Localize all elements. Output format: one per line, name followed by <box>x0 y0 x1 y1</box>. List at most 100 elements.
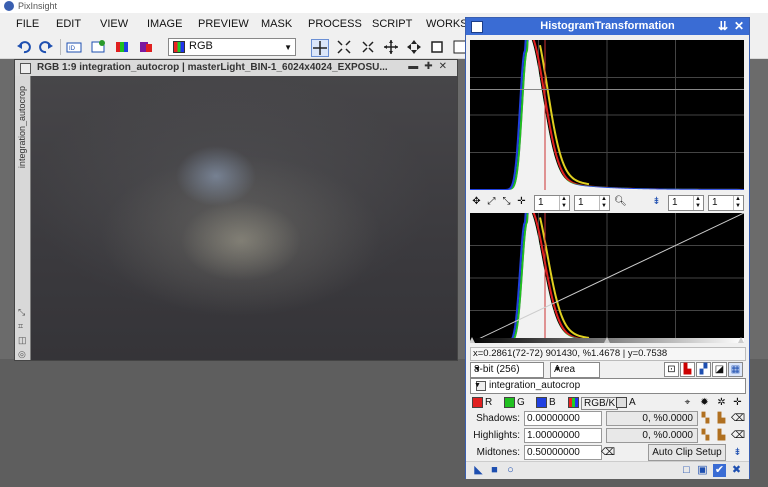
tune-icon[interactable]: ⇟ <box>650 195 663 208</box>
move-icon[interactable]: ✥ <box>470 195 483 208</box>
view-select[interactable]: integration_autocrop ▼ <box>470 378 746 394</box>
menu-mask[interactable]: MASK <box>261 18 292 30</box>
highlights-label: Highlights: <box>473 430 520 441</box>
magnifier-icon[interactable]: 🔍︎ <box>614 195 627 208</box>
center-icon[interactable] <box>406 39 422 55</box>
redo-icon[interactable] <box>38 39 54 55</box>
show-histogram-icon[interactable]: ▞ <box>696 362 711 377</box>
menu-preview[interactable]: PREVIEW <box>198 18 249 30</box>
menu-process[interactable]: PROCESS <box>308 18 362 30</box>
spinner-arrows-icon[interactable]: ▲ ▼ <box>693 196 702 210</box>
tune-icon[interactable]: ⇟ <box>731 446 744 459</box>
highlights-input[interactable]: 1.00000000 <box>524 428 602 443</box>
histogram-zoom-controls: ✥ ⤢ ⤡ ✛ 1 ▲ ▼ 1 ▲ ▼ 🔍︎ ⇟ 1 ▲ ▼ 1 ▲ ▼ <box>470 194 746 211</box>
window-icon <box>20 63 31 74</box>
center-icon[interactable]: ✛ <box>731 396 744 409</box>
settings-icon[interactable]: ✲ <box>715 396 728 409</box>
reject-low-icon[interactable]: ⊡ <box>664 362 679 377</box>
show-curve-icon[interactable]: ▙ <box>680 362 695 377</box>
target-icon[interactable]: ◎ <box>18 350 27 359</box>
channel-select[interactable]: RGB ▼ <box>168 38 296 56</box>
channel-select-label: RGB <box>189 40 213 52</box>
gear-icon[interactable]: ✹ <box>698 396 711 409</box>
toolbar-separator <box>60 39 61 55</box>
zoom-h-spinner[interactable]: 1 ▲ ▼ <box>534 195 570 211</box>
output-zoom-h-spinner[interactable]: 1 ▲ ▼ <box>668 195 704 211</box>
move-icon[interactable] <box>383 39 399 55</box>
auto-highlights-icon[interactable]: ▚ <box>699 429 712 442</box>
reset-shadows-icon[interactable]: ⌫ <box>731 412 745 425</box>
image-identifier-tab[interactable]: integration_autocrop <box>17 86 27 168</box>
spinner-arrows-icon[interactable]: ▲ ▼ <box>599 196 608 210</box>
shadows-row: Shadows: 0.00000000 0, %0.0000 ▚ ▙ ⌫ <box>470 411 746 427</box>
reset-midtones-icon[interactable]: ⌫ <box>601 446 615 459</box>
reset-icon[interactable]: ▣ <box>696 464 709 477</box>
astro-image[interactable] <box>31 76 457 360</box>
spinner-arrows-icon[interactable]: ▲ ▼ <box>559 196 568 210</box>
crop-icon[interactable]: ⌗ <box>18 322 27 331</box>
menu-file[interactable]: FILE <box>16 18 39 30</box>
channel-b-checkbox[interactable] <box>536 397 547 408</box>
identifier-icon[interactable]: ID <box>66 39 82 55</box>
menu-image[interactable]: IMAGE <box>147 18 182 30</box>
new-instance-icon[interactable]: ◣ <box>472 464 485 477</box>
resolution-select[interactable]: 8-bit (256) ▼ <box>470 362 544 378</box>
close-icon[interactable]: ✕ <box>734 19 744 33</box>
highlights-row: Highlights: 1.00000000 0, %0.0000 ▚ ▙ ⌫ <box>470 428 746 444</box>
menu-edit[interactable]: EDIT <box>56 18 81 30</box>
channel-rgbk-checkbox[interactable] <box>568 397 579 408</box>
execute-check-icon[interactable]: ✔ <box>713 464 726 477</box>
channel-r-checkbox[interactable] <box>472 397 483 408</box>
zoom-out-icon[interactable]: ⤡ <box>500 195 513 208</box>
auto-clip-setup-button[interactable]: Auto Clip Setup <box>648 444 726 461</box>
apply-icon[interactable]: ■ <box>488 464 501 477</box>
zoom-fit-icon[interactable]: ⤢ <box>485 195 498 208</box>
image-window[interactable]: RGB 1:9 integration_autocrop | masterLig… <box>14 59 458 361</box>
real-time-preview-icon[interactable]: ○ <box>504 464 517 477</box>
grid-icon[interactable]: ▦ <box>728 362 743 377</box>
output-zoom-v-spinner[interactable]: 1 ▲ ▼ <box>708 195 744 211</box>
auto-shadows-icon[interactable]: ▚ <box>699 412 712 425</box>
reset-highlights-icon[interactable]: ⌫ <box>731 429 745 442</box>
output-histogram-graph <box>469 205 745 344</box>
rgb-swatch-icon <box>173 41 185 53</box>
midtones-input[interactable]: 0.50000000 <box>524 445 602 460</box>
channel-row: R G B RGB/K A ⌖ ✹ ✲ ✛ <box>470 395 746 411</box>
reset-highlights-hist-icon[interactable]: ▙ <box>715 429 728 442</box>
show-transfer-icon[interactable]: ◪ <box>712 362 727 377</box>
crosshair-icon[interactable]: ⌖ <box>681 396 694 409</box>
channel-extract-icon[interactable] <box>138 39 154 55</box>
reset-shadows-hist-icon[interactable]: ▙ <box>715 412 728 425</box>
menu-script[interactable]: SCRIPT <box>372 18 412 30</box>
input-histogram-graph <box>470 31 745 191</box>
zoom-v-spinner[interactable]: 1 ▲ ▼ <box>574 195 610 211</box>
graph-style-select[interactable]: Area ▼ <box>550 362 600 378</box>
image-window-sidebar: integration_autocrop ⤡ ⌗ ◫ ◎ <box>15 76 30 360</box>
cancel-icon[interactable]: ✖ <box>730 464 743 477</box>
pan-icon[interactable]: ✛ <box>515 195 528 208</box>
zoom-in-icon[interactable] <box>360 39 376 55</box>
app-title: PixInsight <box>18 1 58 11</box>
zoom-fit-icon[interactable] <box>336 39 352 55</box>
shade-icon[interactable]: ⇊ <box>718 19 728 33</box>
channel-g-checkbox[interactable] <box>504 397 515 408</box>
pan-mode-icon[interactable] <box>311 39 329 57</box>
browse-icon[interactable]: □ <box>680 464 693 477</box>
menu-view[interactable]: VIEW <box>100 18 128 30</box>
rgb-image-icon[interactable] <box>114 39 130 55</box>
image-window-header[interactable]: RGB 1:9 integration_autocrop | masterLig… <box>15 60 457 76</box>
shadows-clip-readout: 0, %0.0000 <box>606 411 698 426</box>
readout-icon[interactable] <box>429 39 445 55</box>
histogram-titlebar[interactable]: HistogramTransformation ⇊ ✕ <box>466 18 749 35</box>
channel-a-checkbox[interactable] <box>616 397 627 408</box>
chevron-down-icon: ▼ <box>474 382 481 389</box>
shrink-icon[interactable]: ⤡ <box>18 308 27 317</box>
spinner-arrows-icon[interactable]: ▲ ▼ <box>733 196 742 210</box>
undo-icon[interactable] <box>16 39 32 55</box>
input-histogram[interactable] <box>470 31 745 191</box>
shadows-input[interactable]: 0.00000000 <box>524 411 602 426</box>
window-controls[interactable]: ▬✚✕ <box>408 61 453 72</box>
new-image-icon[interactable] <box>90 39 106 55</box>
output-histogram[interactable] <box>469 205 745 344</box>
fit-icon[interactable]: ◫ <box>18 336 27 345</box>
